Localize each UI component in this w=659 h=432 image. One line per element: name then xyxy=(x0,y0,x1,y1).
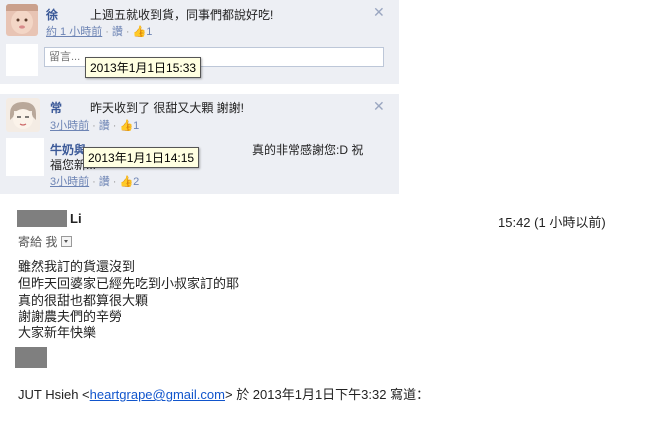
timestamp-link[interactable]: 約 1 小時前 xyxy=(46,26,102,38)
comment-text: 上週五就收到貨，同事們都說好吃! xyxy=(90,8,274,22)
reply-meta: 3小時前 · 讚 · 👍2 xyxy=(50,176,140,188)
like-count[interactable]: 2 xyxy=(133,176,139,188)
facebook-comments-panel: 徐 上週五就收到貨，同事們都說好吃! ✕ 約 1 小時前·讚·👍1 常 昨天收到… xyxy=(0,0,399,194)
like-link[interactable]: 讚 xyxy=(112,26,123,38)
thumbs-up-icon: 👍 xyxy=(119,120,134,132)
comment-author[interactable]: 徐 xyxy=(46,6,58,23)
timestamp-link[interactable]: 3小時前 xyxy=(50,120,89,132)
quote-header: JUT Hsieh <heartgrape@gmail.com> 於 2013年… xyxy=(18,384,429,403)
baby-photo-icon xyxy=(6,4,38,36)
signature-redaction xyxy=(15,347,47,368)
close-icon[interactable]: ✕ xyxy=(373,98,385,115)
reply-avatar xyxy=(6,138,44,176)
timestamp-link[interactable]: 3小時前 xyxy=(50,176,89,188)
avatar[interactable] xyxy=(6,98,40,132)
sender-email-link[interactable]: heartgrape@gmail.com xyxy=(90,387,225,402)
sender-name-redaction xyxy=(17,210,67,227)
reply-text: 真的非常感謝您:D 祝 xyxy=(252,143,364,157)
commenter-avatar xyxy=(6,44,38,76)
email-timestamp: 15:42 (1 小時以前) xyxy=(498,215,606,230)
sender-name[interactable]: Li xyxy=(70,211,82,226)
comment-author[interactable]: 常 xyxy=(50,99,62,116)
like-link[interactable]: 讚 xyxy=(99,120,110,132)
like-count[interactable]: 1 xyxy=(146,26,152,38)
close-icon[interactable]: ✕ xyxy=(373,4,385,21)
thumbs-up-icon: 👍 xyxy=(132,26,147,38)
comment-meta: 約 1 小時前 · 讚 · 👍1 xyxy=(46,26,153,38)
dropdown-icon[interactable] xyxy=(61,236,73,247)
comment-text: 昨天收到了 很甜又大顆 謝謝! xyxy=(90,101,245,115)
author-redaction xyxy=(60,4,84,17)
cartoon-face-icon xyxy=(6,98,40,132)
thumbs-up-icon: 👍 xyxy=(119,176,134,188)
quote-suffix: > 於 2013年1月1日下午3:32 寫道： xyxy=(224,387,430,402)
email-body-line: 大家新年快樂 xyxy=(18,325,97,340)
recipient-line[interactable]: 寄給 我 xyxy=(18,233,73,250)
recipient-label: 寄給 我 xyxy=(18,235,58,249)
timestamp-tooltip: 2013年1月1日14:15 xyxy=(83,147,200,168)
like-link[interactable]: 讚 xyxy=(99,176,110,188)
like-count[interactable]: 1 xyxy=(133,120,139,132)
comment-meta: 3小時前 · 讚 · 👍1 xyxy=(50,120,140,132)
divider xyxy=(0,84,399,94)
avatar[interactable] xyxy=(6,4,38,36)
quote-prefix: JUT Hsieh < xyxy=(18,387,90,402)
timestamp-tooltip: 2013年1月1日15:33 xyxy=(85,57,202,78)
